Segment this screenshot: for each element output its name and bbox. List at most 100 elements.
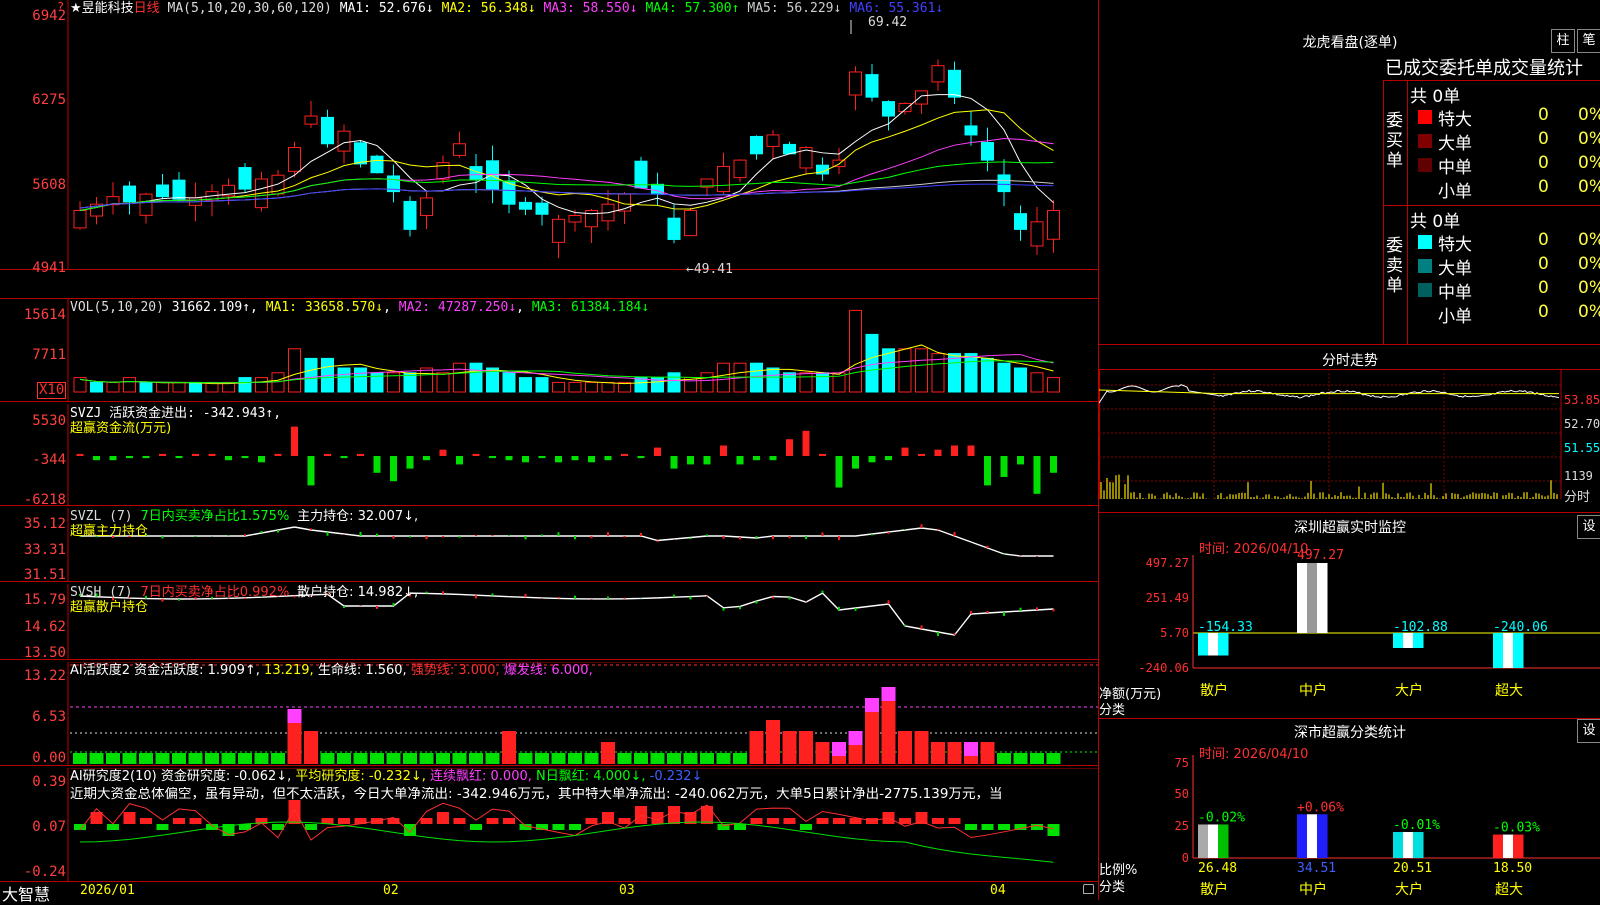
classify-chart[interactable]: 75 50 25 0 -0.02% 26.48 散户 +0.06% 34.51 中户 -0.01% 2… — [1099, 719, 1600, 901]
ai-active-title: AI活跃度2 — [70, 663, 130, 678]
svsh-tick: 14.62 — [23, 619, 66, 635]
ai-research-bar — [437, 812, 449, 824]
period-label[interactable]: 日线 — [134, 1, 160, 16]
ai-active-bar — [617, 753, 632, 764]
min-price-label: ←49.41 — [686, 262, 733, 277]
ai-active-bar — [1013, 753, 1028, 764]
ai-research-bar — [783, 818, 796, 824]
svzj-bar — [175, 456, 183, 459]
candle-body — [651, 183, 664, 195]
ai-active-bar — [733, 753, 747, 764]
volume-bar — [123, 377, 136, 393]
ai-active-bar — [815, 742, 830, 764]
main-candle-pane[interactable]: 6942 6275 5608 4941 ? ★昱能科技日线 MA(5,10,20… — [0, 0, 1098, 277]
candle-body — [453, 143, 466, 156]
ai-research-bar — [965, 824, 977, 830]
classify-bar — [1393, 832, 1404, 858]
row-percent: 0% — [1578, 278, 1600, 298]
ai-research-bar — [701, 806, 713, 824]
svzj-bar — [852, 456, 859, 469]
ai-active-bar — [650, 753, 665, 764]
ai-research-bar — [750, 818, 763, 824]
volume-pane[interactable]: 15614 7711 X10 VOL(5,10,20) 31662.109↑, … — [0, 298, 1098, 402]
volume-bar — [981, 357, 994, 393]
intraday-chart[interactable] — [1099, 345, 1600, 513]
svzj-bar — [142, 456, 150, 459]
ai-research-bar — [305, 824, 317, 830]
volume-bar — [304, 357, 318, 393]
svzl-title: SVZL (7) — [70, 509, 133, 524]
volume-bar — [766, 367, 780, 393]
svzj-bar — [307, 456, 315, 486]
classify-bar — [1403, 832, 1414, 858]
svzl-tick: 35.12 — [23, 516, 66, 532]
vol-ma3: MA3: 61384.184↓ — [531, 300, 650, 315]
ai-active-v5: 爆发线: 6.000, — [503, 663, 593, 678]
svzj-bar — [951, 445, 958, 456]
candle-body — [321, 116, 334, 145]
ai-research-chart[interactable] — [0, 768, 1098, 882]
svzj-header: SVZJ 活跃资金进出: -342.943↑, — [70, 406, 282, 421]
monitor-chart[interactable]: 497.27 251.49 5.70 -240.06 -154.33 散户 497.27 中户… — [1099, 513, 1600, 719]
classify-bar — [1513, 834, 1524, 858]
tick-mode-button[interactable]: 笔 — [1577, 29, 1600, 53]
candle-body — [403, 200, 417, 230]
volume-bar — [964, 353, 978, 393]
ai-research-bar — [668, 806, 680, 824]
svzl-pane[interactable]: 35.12 33.31 31.51 SVZL (7) 7日内买卖净占比1.575… — [0, 508, 1098, 582]
intraday-panel[interactable]: 分时走势 53.85 52.70 51.55 1139 分时 — [1099, 344, 1600, 513]
svzj-bar — [637, 456, 645, 459]
ai-active-bar — [947, 742, 962, 764]
intraday-tick: 53.85 — [1564, 393, 1600, 407]
lock-icon[interactable] — [1083, 884, 1094, 894]
candle-body — [684, 209, 697, 237]
monitor-panel[interactable]: 深圳超赢实时监控 设 时间: 2026/04/10 497.27 251.49 5.… — [1099, 512, 1600, 719]
ai-active-bar — [980, 742, 995, 764]
ai-research-pane[interactable]: 0.39 0.07 -0.24 AI研究度2(10) 资金研究度: -0.062… — [0, 768, 1098, 882]
classify-panel[interactable]: 深市超赢分类统计 设 时间: 2026/04/10 75 50 25 0 -0.02% 2… — [1099, 718, 1600, 901]
ai-active-peak — [881, 687, 896, 701]
volume-bar — [90, 381, 103, 393]
volume-bar — [585, 381, 598, 393]
svzj-pane[interactable]: 5530 -344 -6218 SVZJ 活跃资金进出: -342.943↑, … — [0, 404, 1098, 507]
classify-bar — [1307, 814, 1318, 858]
stock-name[interactable]: ★昱能科技 — [70, 1, 134, 16]
ai-active-bar — [799, 731, 813, 764]
classify-y-tick: 0 — [1182, 851, 1189, 865]
svsh-tick: 13.50 — [23, 645, 66, 661]
ai-active-bar — [452, 753, 467, 764]
vol-header: VOL(5,10,20) 31662.109↑, MA1: 33658.570↓… — [70, 300, 650, 315]
ai-research-bar — [140, 818, 152, 824]
classify-percent-label: 26.48 — [1198, 861, 1237, 876]
svzj-bar — [588, 456, 595, 463]
svzj-bar — [835, 456, 843, 488]
ai-research-bar — [1047, 824, 1060, 836]
ai-active-bar — [914, 731, 929, 764]
svzj-bar — [1017, 456, 1024, 465]
ai-active-bar — [667, 753, 681, 764]
ai-research-v2: 平均研究度: -0.232↓, — [295, 769, 426, 784]
svsh-title: SVSH (7) — [70, 585, 133, 600]
bar-mode-button[interactable]: 柱 — [1551, 29, 1575, 53]
ai-active-bar — [551, 753, 566, 764]
ai-active-bar — [1046, 753, 1061, 764]
ma-header: ★昱能科技日线 MA(5,10,20,30,60,120) MA1: 52.67… — [70, 1, 951, 16]
ai-active-bar — [436, 753, 450, 764]
ma-value-1: MA1: 52.676↓ — [339, 1, 434, 16]
longhu-table: 委买单 共 0单 特大 0 0% 大单 0 0% 中单 0 0% 小单 0 0% 委卖单 共 0单 特… — [1383, 80, 1600, 345]
category-label: 超大 — [1495, 882, 1523, 898]
category-label: 大户 — [1395, 881, 1423, 898]
candlestick-chart[interactable] — [0, 0, 1098, 270]
ma-value-6: MA6: 55.361↓ — [849, 1, 944, 16]
svsh-pane[interactable]: 15.79 14.62 13.50 SVSH (7) 7日内买卖净占比0.992… — [0, 584, 1098, 660]
ai-active-pane[interactable]: 13.22 6.53 0.00 AI活跃度2 资金活跃度: 1.909↑, 13… — [0, 662, 1098, 766]
ma-value-4: MA4: 57.300↑ — [645, 1, 740, 16]
row-percent: 0% — [1578, 153, 1600, 173]
ai-research-bar — [899, 818, 911, 824]
intraday-tick: 51.55 — [1564, 441, 1600, 455]
classify-change-label: -0.02% — [1198, 810, 1245, 825]
svzj-bar — [687, 456, 694, 465]
x-tick-label: 2026/01 — [80, 883, 135, 898]
monitor-bar — [1218, 633, 1229, 656]
volume-bar — [271, 372, 285, 393]
